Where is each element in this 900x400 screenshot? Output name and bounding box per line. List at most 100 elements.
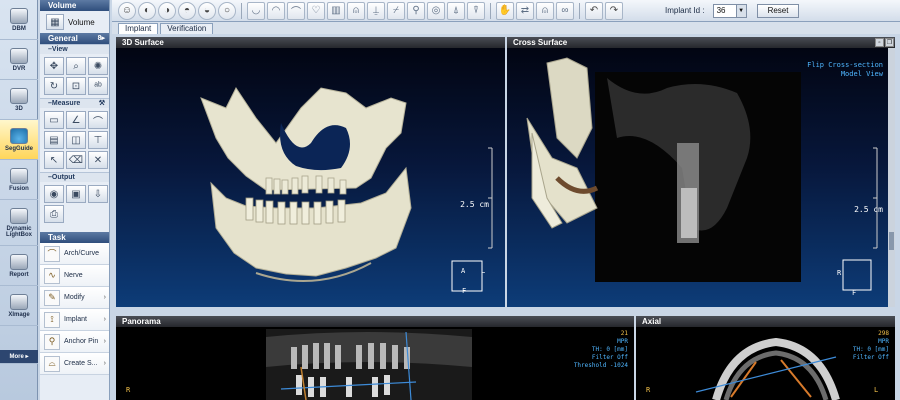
fusion-icon [10, 167, 28, 184]
sidebar-item-ximage[interactable]: XImage [0, 286, 38, 326]
fit-icon[interactable]: ⊡ [66, 77, 86, 95]
viewport-3d-surface[interactable]: 3D Surface 2.5 cm A L F [116, 37, 505, 307]
guide-icon[interactable]: ◎ [427, 1, 445, 20]
print-icon[interactable]: ⎙ [44, 205, 64, 223]
viewport-title: Cross Surface [507, 37, 895, 48]
tooth-icon [10, 47, 28, 64]
sidebar-item-fusion[interactable]: Fusion [0, 160, 38, 200]
panorama-info: 21 MPR TH: 0 [mm] Filter Off Threshold -… [574, 330, 628, 370]
task-header[interactable]: Task [40, 232, 109, 243]
sidebar-item-dvr[interactable]: DVR [0, 40, 38, 80]
abc-icon[interactable]: ᵃᵇ [88, 77, 108, 95]
viewport-axial[interactable]: Axial 298 MPR TH: 0 [mm] Filter Off R L [636, 316, 895, 400]
task-modify[interactable]: ✎ Modify › [40, 287, 109, 309]
measure-header-label: Measure [51, 100, 81, 107]
general-header[interactable]: General 8▸ [40, 33, 109, 44]
task-anchor-pin[interactable]: ⚲ Anchor Pin › [40, 331, 109, 353]
volume-button[interactable]: ▦ Volume [40, 11, 109, 33]
mandible-icon[interactable]: ◡ [247, 1, 265, 20]
profile-icon[interactable]: ⌒ [88, 111, 108, 129]
sidebar-item-dbm[interactable]: DBM [0, 0, 38, 40]
tag-icon[interactable]: ⊤ [88, 131, 108, 149]
skull-front-icon[interactable]: ☺ [118, 1, 136, 20]
ruler-icon[interactable]: ▭ [44, 111, 64, 129]
task-implant[interactable]: ⟟ Implant › [40, 309, 109, 331]
area-icon[interactable]: ◫ [66, 131, 86, 149]
viewport-splitter[interactable] [112, 307, 900, 316]
volume-header[interactable]: Volume [40, 0, 109, 11]
gum-icon[interactable]: ♡ [307, 1, 325, 20]
slice-number: 21 [620, 330, 628, 337]
flip-cross-section-label[interactable]: Flip Cross-section [807, 61, 883, 70]
skull-top-icon[interactable]: ◓ [178, 1, 196, 20]
implant-id-select[interactable]: 36 ▼ [712, 3, 747, 18]
undo-icon[interactable]: ↶ [585, 1, 603, 20]
rotate-icon[interactable]: ↻ [44, 77, 64, 95]
sidebar-item-label: SegGuide [4, 145, 33, 152]
reset-button[interactable]: Reset [756, 3, 800, 18]
orientation-a: A [461, 267, 466, 275]
redo-icon[interactable]: ↷ [605, 1, 623, 20]
toolbar-divider [579, 2, 580, 19]
maximize-icon[interactable]: ▫ [875, 38, 884, 47]
roi-icon[interactable]: ▤ [44, 131, 64, 149]
scrollbar-thumb[interactable] [889, 232, 894, 250]
lightbox-icon [10, 207, 28, 224]
sidebar-item-3d[interactable]: 3D [0, 80, 38, 120]
orientation-l: L [874, 386, 879, 394]
angle-icon[interactable]: ∠ [66, 111, 86, 129]
sidebar-item-report[interactable]: Report [0, 246, 38, 286]
maxilla-icon[interactable]: ◠ [267, 1, 285, 20]
tooth-root-icon[interactable]: ⍒ [467, 1, 485, 20]
skull-bottom-icon[interactable]: ◒ [198, 1, 216, 20]
camera-icon[interactable]: ◉ [44, 185, 64, 203]
zoom-icon[interactable]: ⌕ [66, 57, 86, 75]
anchor-pin-icon: ⚲ [44, 333, 60, 350]
hand-icon[interactable]: ✋ [496, 1, 514, 20]
model-view-label[interactable]: Model View [807, 70, 883, 79]
skull-back-icon[interactable]: ○ [218, 1, 236, 20]
brightness-icon[interactable]: ✺ [88, 57, 108, 75]
implant-icon[interactable]: ⍊ [367, 1, 385, 20]
cross-tool-icon[interactable]: ⇄ [516, 1, 534, 20]
skull-right-icon[interactable]: ◑ [158, 1, 176, 20]
more-button[interactable]: More ▸ [0, 350, 38, 364]
tools-icon[interactable]: ⚒ [99, 99, 105, 109]
pan-icon[interactable]: ✥ [44, 57, 64, 75]
pin-icon[interactable]: ⌿ [387, 1, 405, 20]
cross-scrollbar[interactable] [888, 48, 895, 307]
glasses-icon[interactable]: ∞ [556, 1, 574, 20]
arch-icon[interactable]: ⌒ [287, 1, 305, 20]
tooth-crown-icon[interactable]: ⍋ [447, 1, 465, 20]
implant-icon: ⟟ [44, 311, 60, 328]
task-nerve[interactable]: ∿ Nerve [40, 265, 109, 287]
task-arch-curve[interactable]: ⌒ Arch/Curve [40, 243, 109, 265]
collapse-icon[interactable]: 8▸ [98, 33, 105, 44]
task-label: Implant [64, 316, 87, 323]
export-icon[interactable]: ⇩ [88, 185, 108, 203]
select-icon[interactable]: ↖ [44, 151, 64, 169]
orientation-f: F [852, 289, 857, 297]
viewport-panorama[interactable]: Panorama 21 MPR TH: 0 [mm] Filter Off Th… [116, 316, 634, 400]
viewport-title: Panorama [116, 316, 634, 327]
tab-verification[interactable]: Verification [160, 23, 214, 34]
tooth-icon[interactable]: ⍝ [347, 1, 365, 20]
capture-icon[interactable]: ▣ [66, 185, 86, 203]
delete-icon[interactable]: ✕ [88, 151, 108, 169]
drill-icon[interactable]: ⚲ [407, 1, 425, 20]
task-create-surgical-guide[interactable]: ⌓ Create S... › [40, 353, 109, 375]
volume-header-label: Volume [48, 1, 77, 10]
molar-icon[interactable]: ⍝ [536, 1, 554, 20]
sidebar-item-label: XImage [8, 311, 30, 318]
teeth-row-icon[interactable]: ▥ [327, 1, 345, 20]
sidebar-item-label: Report [9, 271, 29, 278]
skull-left-icon[interactable]: ◐ [138, 1, 156, 20]
tab-implant[interactable]: Implant [118, 23, 159, 34]
task-label: Nerve [64, 272, 83, 279]
eraser-icon[interactable]: ⌫ [66, 151, 86, 169]
restore-icon[interactable]: ❐ [885, 38, 894, 47]
output-tools: ◉ ▣ ⇩ ⎙ [40, 182, 109, 226]
sidebar-item-dynamic-lightbox[interactable]: Dynamic LightBox [0, 200, 38, 246]
viewport-cross-surface[interactable]: Cross Surface ▫ ❐ Flip Cross-section Mod… [507, 37, 895, 307]
sidebar-item-segguide[interactable]: SegGuide [0, 120, 38, 160]
